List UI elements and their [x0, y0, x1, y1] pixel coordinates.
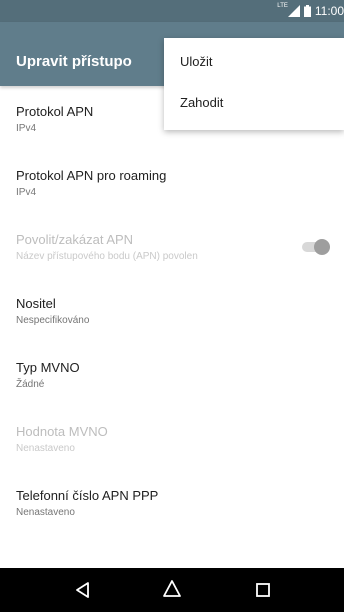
- navigation-bar: [0, 568, 344, 612]
- setting-title: Telefonní číslo APN PPP: [16, 488, 159, 503]
- home-icon[interactable]: [159, 577, 185, 603]
- settings-list: Protokol APN IPv4 Protokol APN pro roami…: [0, 86, 344, 534]
- page-title: Upravit přístupo: [16, 53, 132, 70]
- recents-icon[interactable]: [250, 577, 276, 603]
- setting-summary: Žádné: [16, 379, 45, 390]
- status-icons: LTE 11:00: [277, 0, 344, 22]
- setting-title: Protokol APN pro roaming: [16, 168, 167, 183]
- setting-apn-roaming-protocol[interactable]: Protokol APN pro roaming IPv4: [0, 150, 344, 214]
- setting-summary: Nenastaveno: [16, 443, 75, 454]
- apn-enable-toggle: [302, 239, 330, 255]
- battery-icon: [303, 5, 311, 17]
- signal-icon: [287, 5, 300, 17]
- lte-label: LTE: [277, 3, 288, 9]
- status-time: 11:00: [314, 4, 344, 18]
- setting-summary: IPv4: [16, 187, 37, 198]
- setting-title: Nositel: [16, 296, 56, 311]
- setting-apn-ppp-number[interactable]: Telefonní číslo APN PPP Nenastaveno: [0, 470, 344, 534]
- back-icon[interactable]: [70, 577, 96, 603]
- setting-mvno-value: Hodnota MVNO Nenastaveno: [0, 406, 344, 470]
- setting-summary: Název přístupového bodu (APN) povolen: [16, 251, 198, 262]
- setting-title: Typ MVNO: [16, 360, 80, 375]
- menu-item-discard[interactable]: Zahodit: [180, 95, 223, 110]
- setting-summary: Nenastaveno: [16, 507, 75, 518]
- setting-summary: Nespecifikováno: [16, 315, 90, 326]
- setting-bearer[interactable]: Nositel Nespecifikováno: [0, 278, 344, 342]
- overflow-menu: Uložit Zahodit: [164, 38, 344, 130]
- setting-title: Hodnota MVNO: [16, 424, 108, 439]
- setting-title: Protokol APN: [16, 104, 94, 119]
- setting-title: Povolit/zakázat APN: [16, 232, 134, 247]
- status-bar: LTE 11:00: [0, 0, 344, 22]
- menu-item-save[interactable]: Uložit: [180, 54, 213, 69]
- setting-mvno-type[interactable]: Typ MVNO Žádné: [0, 342, 344, 406]
- setting-apn-enable: Povolit/zakázat APN Název přístupového b…: [0, 214, 344, 278]
- setting-summary: IPv4: [16, 123, 37, 134]
- toggle-thumb: [314, 239, 330, 255]
